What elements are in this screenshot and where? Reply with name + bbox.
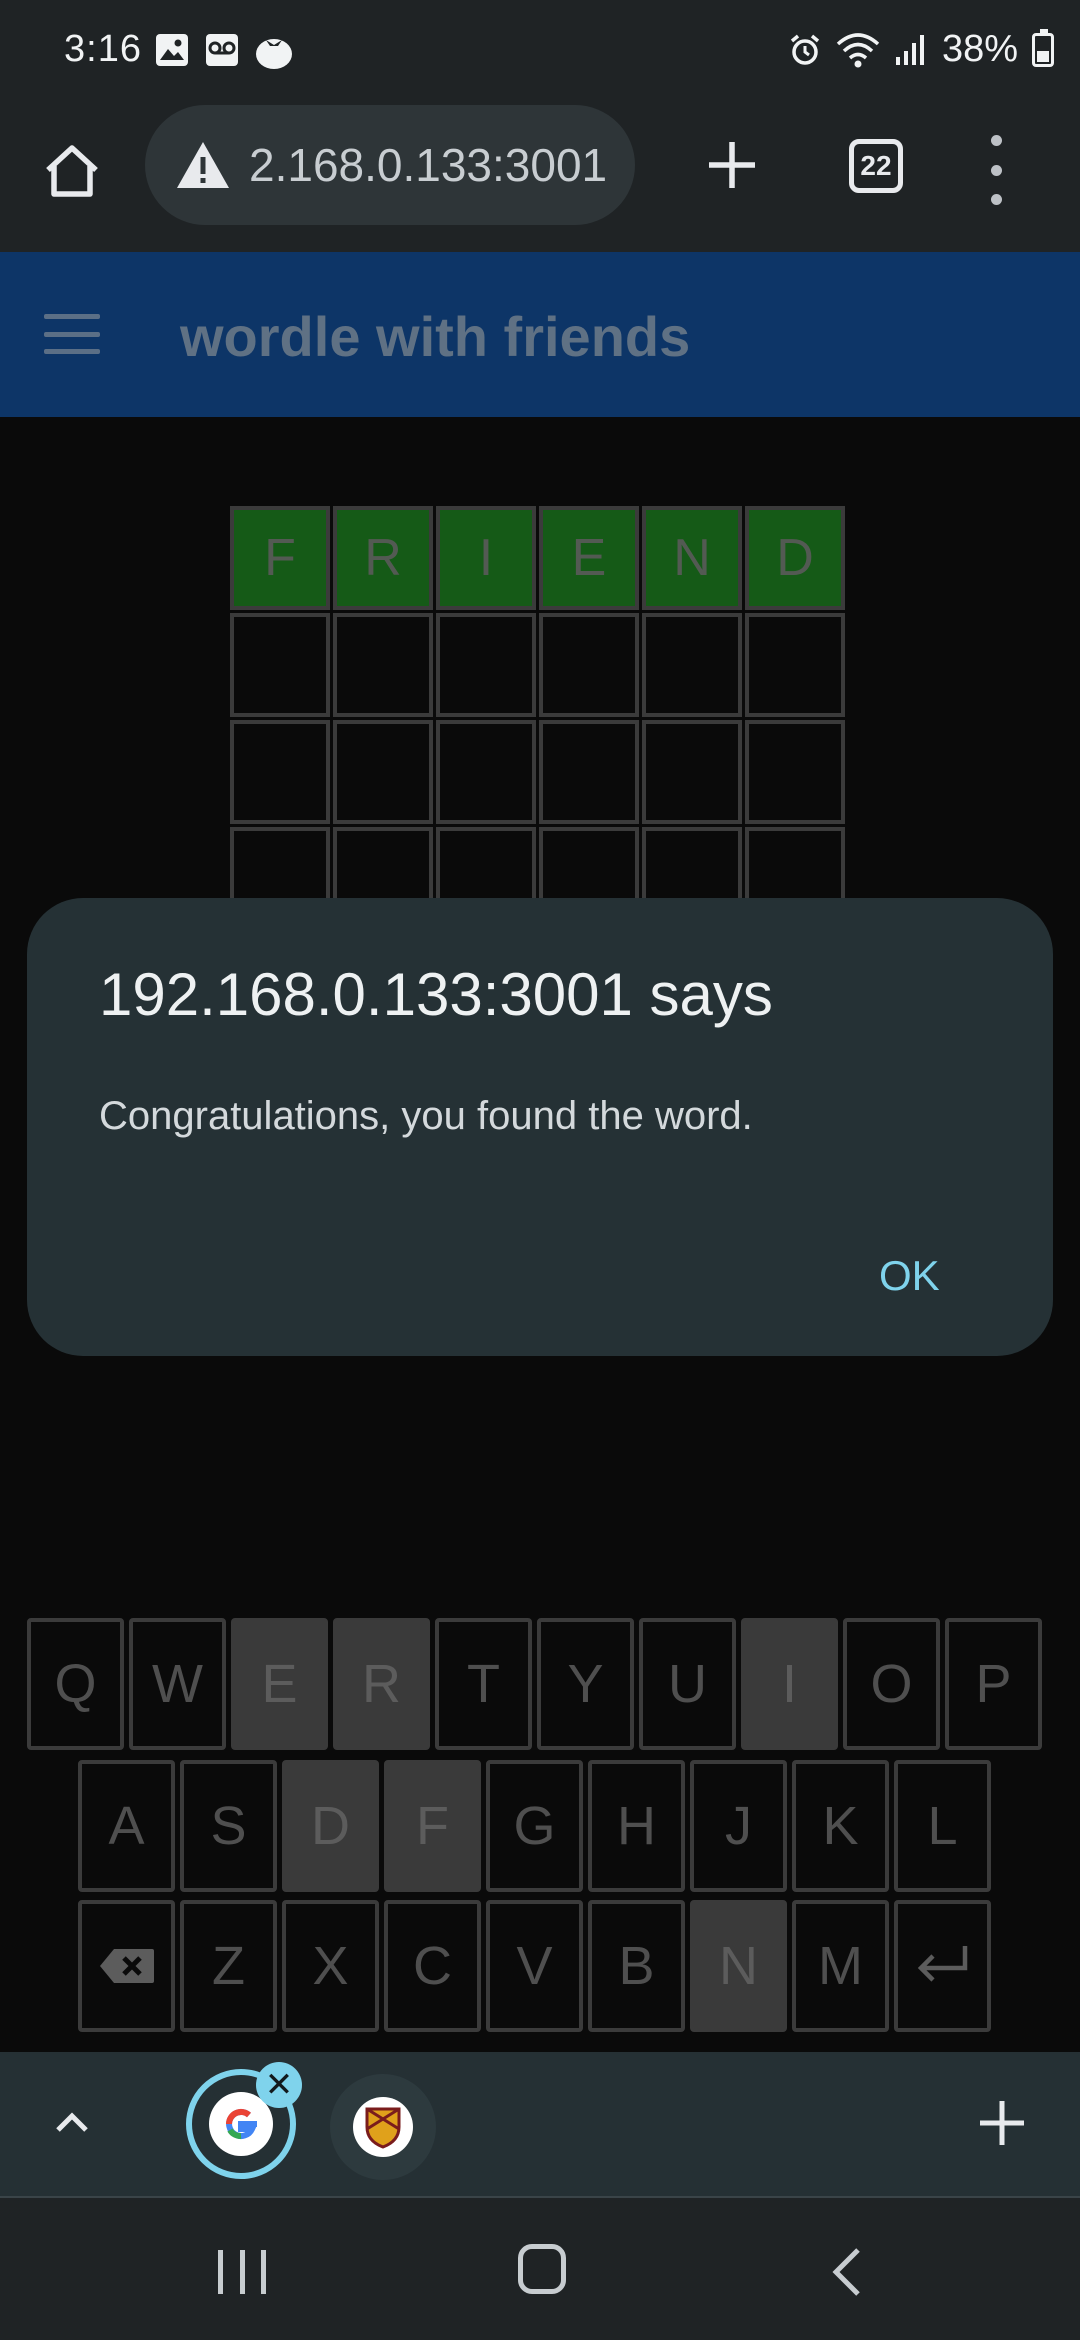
chevron-up-icon[interactable]	[50, 2100, 94, 2144]
key-l[interactable]: L	[894, 1760, 991, 1892]
grid-cell: N	[642, 506, 742, 610]
add-tab-icon[interactable]	[978, 2082, 1026, 2164]
grid-cell: D	[745, 506, 845, 610]
wifi-icon	[836, 32, 880, 67]
key-p[interactable]: P	[945, 1618, 1042, 1750]
grid-cell	[333, 613, 433, 717]
key-a[interactable]: A	[78, 1760, 175, 1892]
browser-chrome: 3:16 38% 2.168.0.133:3001 22	[0, 0, 1080, 252]
home-nav-icon[interactable]	[518, 2244, 566, 2294]
grid-cell: I	[436, 506, 536, 610]
backspace-icon	[99, 1949, 154, 1983]
tab-crest[interactable]	[330, 2074, 436, 2180]
key-n[interactable]: N	[690, 1900, 787, 2032]
grid-cell	[539, 613, 639, 717]
grid-cell	[642, 720, 742, 824]
key-b[interactable]: B	[588, 1900, 685, 2032]
key-j[interactable]: J	[690, 1760, 787, 1892]
grid-cell	[230, 720, 330, 824]
grid-cell	[539, 720, 639, 824]
key-g[interactable]: G	[486, 1760, 583, 1892]
keyboard-row-3: ZXCVBNM	[78, 1900, 991, 2032]
alert-dialog: 192.168.0.133:3001 says Congratulations,…	[27, 898, 1053, 1356]
key-m[interactable]: M	[792, 1900, 889, 2032]
plus-icon	[709, 142, 755, 188]
ok-button[interactable]: OK	[867, 1248, 952, 1304]
new-tab-button[interactable]	[700, 129, 764, 201]
overflow-menu-icon[interactable]	[990, 135, 1002, 205]
key-w[interactable]: W	[129, 1618, 226, 1750]
grid-cell	[230, 613, 330, 717]
home-button[interactable]	[36, 135, 108, 207]
key-q[interactable]: Q	[27, 1618, 124, 1750]
grid-cell: R	[333, 506, 433, 610]
tomato-icon	[256, 39, 292, 69]
key-z[interactable]: Z	[180, 1900, 277, 2032]
key-t[interactable]: T	[435, 1618, 532, 1750]
warning-icon	[177, 142, 229, 188]
voicemail-icon	[206, 34, 238, 66]
grid-cell	[436, 720, 536, 824]
signal-icon	[895, 34, 924, 65]
key-y[interactable]: Y	[537, 1618, 634, 1750]
back-icon[interactable]	[826, 2246, 866, 2298]
key-k[interactable]: K	[792, 1760, 889, 1892]
key-d[interactable]: D	[282, 1760, 379, 1892]
hamburger-menu-icon[interactable]	[44, 314, 100, 354]
battery-percent: 38%	[941, 28, 1018, 70]
grid-cell	[436, 613, 536, 717]
grid-cell	[333, 720, 433, 824]
grid-cell: F	[230, 506, 330, 610]
enter-icon	[917, 1946, 967, 1982]
word-grid: FRIEND	[230, 506, 845, 931]
status-time: 3:16	[64, 28, 142, 70]
app-title: wordle with friends	[180, 305, 691, 368]
recents-icon[interactable]	[218, 2250, 266, 2294]
browser-toolbar: 2.168.0.133:3001 22	[0, 105, 1080, 252]
close-tab-icon[interactable]: ✕	[256, 2062, 302, 2108]
key-f[interactable]: F	[384, 1760, 481, 1892]
key-s[interactable]: S	[180, 1760, 277, 1892]
app-bar: wordle with friends	[0, 252, 1080, 417]
grid-cell	[745, 720, 845, 824]
key-r[interactable]: R	[333, 1618, 430, 1750]
key-i[interactable]: I	[741, 1618, 838, 1750]
url-bar[interactable]: 2.168.0.133:3001	[145, 105, 635, 225]
grid-cell: E	[539, 506, 639, 610]
key-v[interactable]: V	[486, 1900, 583, 2032]
key-e[interactable]: E	[231, 1618, 328, 1750]
key-h[interactable]: H	[588, 1760, 685, 1892]
dialog-title: 192.168.0.133:3001 says	[99, 961, 773, 1028]
home-icon	[46, 145, 98, 197]
status-right: 38%	[788, 28, 1054, 71]
url-text[interactable]: 2.168.0.133:3001	[249, 138, 619, 192]
enter-key[interactable]	[894, 1900, 991, 2032]
alarm-icon	[790, 34, 820, 65]
dialog-message: Congratulations, you found the word.	[99, 1094, 753, 1138]
key-o[interactable]: O	[843, 1618, 940, 1750]
backspace-key[interactable]	[78, 1900, 175, 2032]
key-c[interactable]: C	[384, 1900, 481, 2032]
gallery-icon	[156, 34, 188, 66]
grid-cell	[745, 613, 845, 717]
grid-cell	[642, 613, 742, 717]
system-nav-bar	[0, 2196, 1080, 2340]
tab-group-strip: ✕	[0, 2052, 1080, 2196]
keyboard-row-2: ASDFGHJKL	[78, 1760, 991, 1892]
battery-icon	[1032, 28, 1054, 67]
crest-icon	[353, 2097, 413, 2157]
key-x[interactable]: X	[282, 1900, 379, 2032]
tab-switcher-button[interactable]: 22	[849, 139, 903, 193]
status-left-icons	[154, 32, 294, 70]
key-u[interactable]: U	[639, 1618, 736, 1750]
keyboard-row-1: QWERTYUIOP	[27, 1618, 1042, 1750]
status-bar: 3:16 38%	[0, 0, 1080, 105]
